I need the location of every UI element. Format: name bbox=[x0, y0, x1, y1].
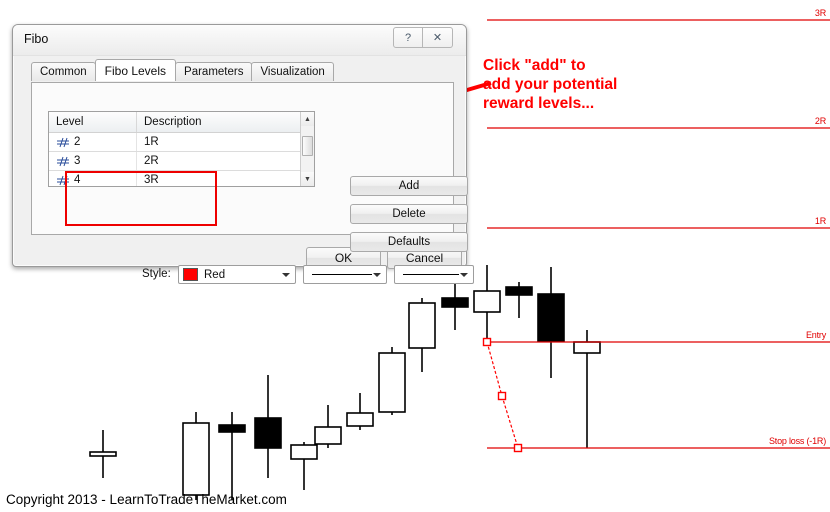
style-label: Style: bbox=[142, 268, 171, 280]
level-label: 1R bbox=[814, 216, 826, 226]
level-label: 2R bbox=[814, 116, 826, 126]
candle-body bbox=[505, 286, 533, 296]
candle-body bbox=[537, 293, 565, 342]
fibo-anchor-handle[interactable] bbox=[482, 337, 492, 347]
candle-body bbox=[408, 302, 436, 349]
candlestick-series bbox=[89, 265, 601, 500]
fibo-level-icon bbox=[57, 156, 69, 166]
candle-body bbox=[314, 426, 342, 445]
screenshot-root: 3R 2R 1R Entry Stop loss (-1R) Copyright 201… bbox=[0, 0, 830, 512]
help-icon[interactable]: ? bbox=[393, 27, 423, 48]
copyright-text: Copyright 2013 - LearnToTradeTheMarket.c… bbox=[6, 492, 287, 507]
line-preview-icon bbox=[403, 274, 459, 275]
fibo-trendline bbox=[501, 395, 519, 449]
color-swatch bbox=[183, 268, 198, 281]
level-value: 3 bbox=[74, 155, 81, 167]
cell-level: 3 bbox=[49, 152, 137, 170]
chevron-down-icon[interactable] bbox=[282, 272, 290, 277]
fibo-anchor-tool[interactable] bbox=[482, 337, 523, 453]
level-label: Stop loss (-1R) bbox=[768, 436, 826, 446]
tab-visualization[interactable]: Visualization bbox=[251, 62, 334, 81]
table-body: 2 1R 3 2R 4 3R bbox=[49, 133, 314, 186]
scrollbar-thumb[interactable] bbox=[302, 136, 313, 156]
level-label: 3R bbox=[814, 8, 826, 18]
dialog-titlebar: Fibo ? ✕ bbox=[13, 25, 466, 56]
fibo-level-icon bbox=[57, 137, 69, 147]
candle-body bbox=[573, 341, 601, 354]
fibo-properties-dialog: Fibo ? ✕ Common Fibo Levels Parameters Visu… bbox=[12, 24, 474, 284]
levels-table[interactable]: Level Description 2 1R 3 2R 4 3R ▲ ▼ bbox=[48, 111, 315, 187]
candle-body bbox=[254, 417, 282, 449]
add-button[interactable]: Add bbox=[350, 176, 468, 196]
candle-body bbox=[473, 290, 501, 313]
candle-body bbox=[378, 352, 406, 413]
tab-bar: Common Fibo Levels Parameters Visualization bbox=[31, 59, 334, 81]
candle-body bbox=[290, 444, 318, 460]
line-style-select[interactable] bbox=[394, 265, 474, 284]
fibo-levels-panel: Level Description 2 1R 3 2R 4 3R ▲ ▼ Add Dele… bbox=[31, 82, 474, 284]
table-row[interactable]: 3 2R bbox=[49, 152, 314, 171]
fibo-level-icon bbox=[57, 175, 69, 185]
table-header-row: Level Description bbox=[49, 112, 314, 133]
cell-level: 2 bbox=[49, 133, 137, 151]
tab-parameters[interactable]: Parameters bbox=[175, 62, 253, 81]
line-preview-icon bbox=[312, 274, 372, 275]
table-row[interactable]: 2 1R bbox=[49, 133, 314, 152]
delete-button[interactable]: Delete bbox=[350, 204, 468, 224]
candle-body bbox=[346, 412, 374, 427]
color-select[interactable]: Red bbox=[178, 265, 296, 284]
dialog-title: Fibo bbox=[24, 32, 49, 46]
fibo-anchor-handle[interactable] bbox=[497, 391, 507, 401]
table-scrollbar[interactable]: ▲ ▼ bbox=[300, 112, 314, 186]
candle-body bbox=[89, 451, 117, 457]
defaults-button[interactable]: Defaults bbox=[350, 232, 468, 252]
candle-body bbox=[218, 424, 246, 433]
cell-description: 1R bbox=[144, 136, 159, 148]
scroll-up-icon[interactable]: ▲ bbox=[301, 112, 314, 126]
candle-body bbox=[441, 297, 469, 308]
close-icon[interactable]: ✕ bbox=[423, 27, 453, 48]
column-header-description: Description bbox=[144, 116, 202, 128]
cell-level: 4 bbox=[49, 171, 137, 186]
annotation-callout: Click "add" to add your potential reward… bbox=[483, 57, 618, 112]
column-header-level: Level bbox=[49, 112, 137, 132]
cell-description: 2R bbox=[144, 155, 159, 167]
cell-description: 3R bbox=[144, 174, 159, 186]
level-label: Entry bbox=[805, 330, 826, 340]
level-value: 4 bbox=[74, 174, 81, 186]
tab-common[interactable]: Common bbox=[31, 62, 96, 81]
fibo-anchor-handle[interactable] bbox=[513, 443, 523, 453]
color-value: Red bbox=[204, 268, 226, 281]
chevron-down-icon[interactable] bbox=[460, 272, 468, 277]
level-value: 2 bbox=[74, 136, 81, 148]
fibo-trendline bbox=[486, 341, 503, 397]
table-row[interactable]: 4 3R bbox=[49, 171, 314, 186]
scroll-down-icon[interactable]: ▼ bbox=[301, 172, 314, 186]
line-width-select[interactable] bbox=[303, 265, 387, 284]
chevron-down-icon[interactable] bbox=[373, 272, 381, 277]
tab-fibo-levels[interactable]: Fibo Levels bbox=[94, 59, 177, 81]
candle-body bbox=[182, 422, 210, 496]
